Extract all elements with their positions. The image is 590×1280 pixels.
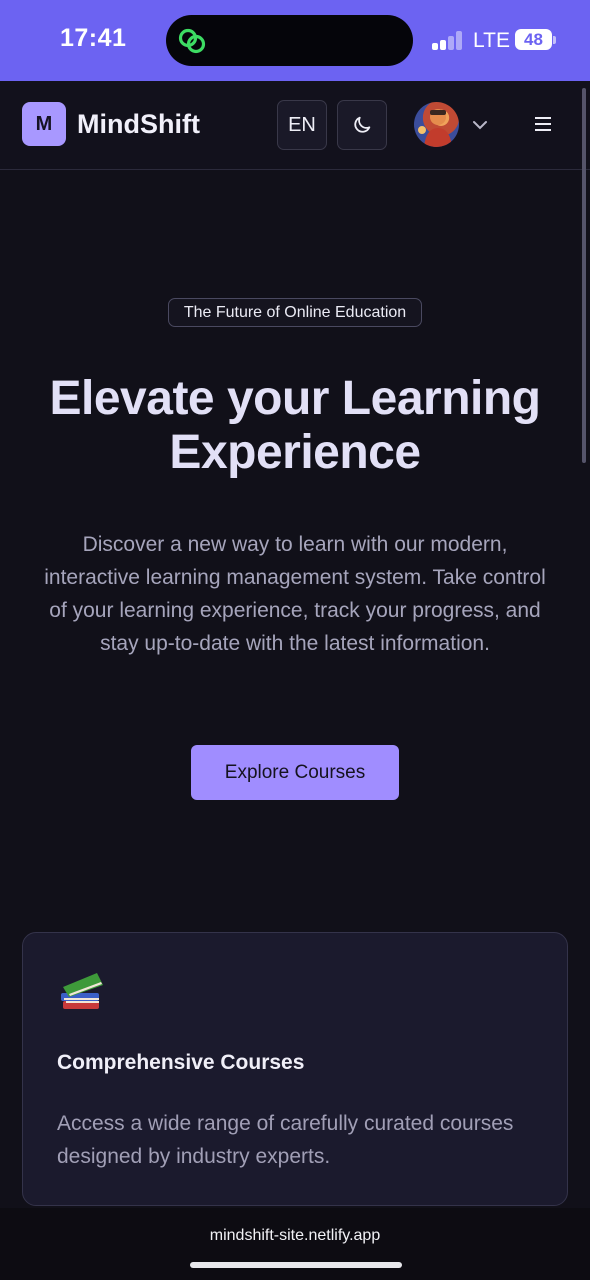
books-icon bbox=[61, 973, 103, 1009]
browser-bottom-bar: mindshift-site.netlify.app bbox=[0, 1208, 590, 1280]
network-label: LTE bbox=[473, 29, 510, 52]
feature-card-description: Access a wide range of carefully curated… bbox=[57, 1107, 547, 1173]
battery-icon: 48 bbox=[515, 29, 556, 50]
hero-title-line: Elevate your Learning bbox=[49, 372, 542, 425]
page: 17:41 LTE 48 M MindShift EN The Future o… bbox=[0, 0, 590, 1280]
page-scrollbar[interactable] bbox=[582, 88, 586, 463]
navbar: M MindShift EN bbox=[0, 81, 590, 170]
hero-title: Elevate your Learning Experience bbox=[20, 372, 570, 480]
signal-icon bbox=[432, 31, 464, 50]
logo-icon[interactable]: M bbox=[22, 102, 66, 146]
hero-description-line: of your learning experience, track your … bbox=[49, 599, 541, 622]
brand-name[interactable]: MindShift bbox=[77, 109, 200, 140]
feature-card-title: Comprehensive Courses bbox=[57, 1051, 305, 1074]
language-button[interactable]: EN bbox=[277, 100, 327, 150]
dynamic-island bbox=[166, 15, 413, 66]
hero-description-line: Discover a new way to learn with our mod… bbox=[82, 533, 508, 556]
hero-badge: The Future of Online Education bbox=[168, 298, 422, 327]
hamburger-menu-icon[interactable] bbox=[533, 114, 555, 134]
status-bar: 17:41 LTE 48 bbox=[0, 0, 590, 81]
avatar-icon bbox=[418, 109, 452, 147]
hero-description-line: interactive learning management system. … bbox=[44, 566, 546, 589]
feature-card-description-line: Access a wide range of carefully curated… bbox=[57, 1112, 514, 1135]
hero-title-line: Experience bbox=[169, 426, 421, 479]
link-app-icon bbox=[178, 28, 206, 54]
explore-courses-button[interactable]: Explore Courses bbox=[191, 745, 399, 800]
moon-icon bbox=[354, 116, 371, 133]
feature-card: Comprehensive Courses Access a wide rang… bbox=[22, 932, 568, 1206]
feature-card-description-line: designed by industry experts. bbox=[57, 1145, 331, 1168]
status-time: 17:41 bbox=[60, 24, 127, 52]
avatar[interactable] bbox=[414, 102, 459, 147]
hero-description: Discover a new way to learn with our mod… bbox=[24, 528, 566, 660]
theme-toggle-button[interactable] bbox=[337, 100, 387, 150]
hero-description-line: stay up-to-date with the latest informat… bbox=[100, 632, 490, 655]
home-indicator[interactable] bbox=[190, 1262, 402, 1268]
url-bar[interactable]: mindshift-site.netlify.app bbox=[0, 1227, 590, 1245]
chevron-down-icon[interactable] bbox=[472, 119, 488, 131]
